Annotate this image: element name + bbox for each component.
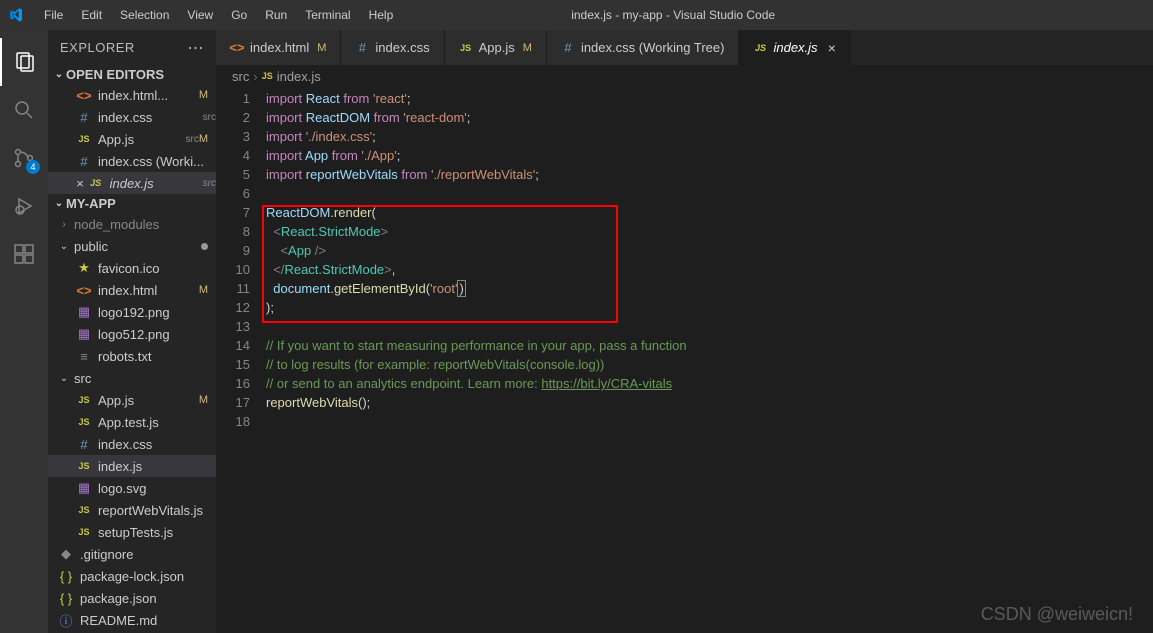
html-icon: <> [76,87,92,103]
chevron-down-icon: ⌄ [52,69,66,80]
chevron-right-icon: › [253,69,257,84]
open-editor-item[interactable]: ×JSindex.jssrc [48,172,216,194]
file-item[interactable]: { }package.json [48,587,216,609]
css-icon: # [76,436,92,452]
file-item[interactable]: JSApp.jsM [48,389,216,411]
js-icon: JS [753,41,767,55]
file-item[interactable]: JSindex.js [48,455,216,477]
file-item[interactable]: ★favicon.ico [48,257,216,279]
close-icon[interactable]: × [76,176,84,191]
dirty-dot-icon [201,243,208,250]
css-icon: # [561,41,575,55]
info-icon: ⓘ [58,612,74,628]
sidebar-header: EXPLORER ⋯ [48,30,216,65]
code-editor[interactable]: 123456789101112131415161718 import React… [216,87,1153,633]
js-icon: JS [76,392,92,408]
html-icon: <> [76,282,92,298]
css-icon: # [355,41,369,55]
section-open-editors[interactable]: ⌄ OPEN EDITORS [48,65,216,84]
gutter: 123456789101112131415161718 [216,87,266,633]
titlebar: File Edit Selection View Go Run Terminal… [0,0,1153,30]
watermark: CSDN @weiweicn! [981,604,1133,625]
open-editor-item[interactable]: #index.css (Worki... [48,150,216,172]
git-icon: ◆ [58,546,74,562]
menu-bar: File Edit Selection View Go Run Terminal… [36,4,401,26]
menu-selection[interactable]: Selection [112,4,177,26]
activity-scm-icon[interactable]: 4 [0,134,48,182]
more-icon[interactable]: ⋯ [188,38,205,58]
file-item[interactable]: <>index.htmlM [48,279,216,301]
tab[interactable]: <>index.htmlM [216,30,341,65]
open-editor-item[interactable]: #index.csssrc [48,106,216,128]
chevron-icon: ⌄ [58,373,70,384]
file-item[interactable]: ≡robots.txt [48,345,216,367]
folder-item[interactable]: ⌄public [48,235,216,257]
menu-terminal[interactable]: Terminal [297,4,358,26]
vscode-logo-icon [8,7,24,23]
js-icon: JS [76,414,92,430]
file-item[interactable]: #index.css [48,433,216,455]
breadcrumb[interactable]: src › JS index.js [216,65,1153,87]
file-item[interactable]: ▦logo192.png [48,301,216,323]
activity-debug-icon[interactable] [0,182,48,230]
star-icon: ★ [76,260,92,276]
js-icon: JS [459,41,473,55]
menu-run[interactable]: Run [257,4,295,26]
tab[interactable]: JSindex.js× [739,30,850,65]
js-icon: JS [76,502,92,518]
js-icon: JS [76,458,92,474]
sidebar: EXPLORER ⋯ ⌄ OPEN EDITORS <>index.html..… [48,30,216,633]
js-icon: JS [262,71,273,81]
tab[interactable]: #index.css [341,30,444,65]
menu-go[interactable]: Go [223,4,255,26]
menu-help[interactable]: Help [361,4,402,26]
file-item[interactable]: ◆.gitignore [48,543,216,565]
tab[interactable]: #index.css (Working Tree) [547,30,740,65]
chevron-icon: ⌄ [58,241,70,252]
json-icon: { } [58,568,74,584]
sidebar-title: EXPLORER [60,40,135,55]
activity-extensions-icon[interactable] [0,230,48,278]
menu-view[interactable]: View [179,4,221,26]
css-icon: # [76,153,92,169]
close-icon[interactable]: × [828,40,836,56]
activity-explorer-icon[interactable] [0,38,48,86]
chevron-down-icon: ⌄ [52,198,66,209]
js-icon: JS [88,175,104,191]
css-icon: # [76,109,92,125]
code-lines: import React from 'react'; import ReactD… [266,87,1153,633]
editor-area: <>index.htmlM#index.cssJSApp.jsM#index.c… [216,30,1153,633]
activity-bar: 4 [0,30,48,633]
js-icon: JS [76,131,92,147]
file-item[interactable]: JSreportWebVitals.js [48,499,216,521]
folder-item[interactable]: ›node_modules [48,213,216,235]
txt-icon: ≡ [76,348,92,364]
json-icon: { } [58,590,74,606]
js-icon: JS [76,524,92,540]
file-item[interactable]: ⓘREADME.md [48,609,216,631]
open-editor-item[interactable]: <>index.html...M [48,84,216,106]
img-icon: ▦ [76,304,92,320]
file-item[interactable]: JSApp.test.js [48,411,216,433]
html-icon: <> [230,41,244,55]
tabs: <>index.htmlM#index.cssJSApp.jsM#index.c… [216,30,1153,65]
menu-file[interactable]: File [36,4,71,26]
scm-badge: 4 [26,160,40,174]
img-icon: ▦ [76,326,92,342]
tab[interactable]: JSApp.jsM [445,30,547,65]
file-item[interactable]: ▦logo512.png [48,323,216,345]
menu-edit[interactable]: Edit [73,4,110,26]
file-item[interactable]: ▦logo.svg [48,477,216,499]
img-icon: ▦ [76,480,92,496]
file-item[interactable]: { }package-lock.json [48,565,216,587]
window-title: index.js - my-app - Visual Studio Code [401,8,945,22]
activity-search-icon[interactable] [0,86,48,134]
chevron-icon: › [58,219,70,230]
section-project[interactable]: ⌄ MY-APP [48,194,216,213]
folder-item[interactable]: ⌄src [48,367,216,389]
open-editor-item[interactable]: JSApp.jssrcM [48,128,216,150]
file-item[interactable]: JSsetupTests.js [48,521,216,543]
